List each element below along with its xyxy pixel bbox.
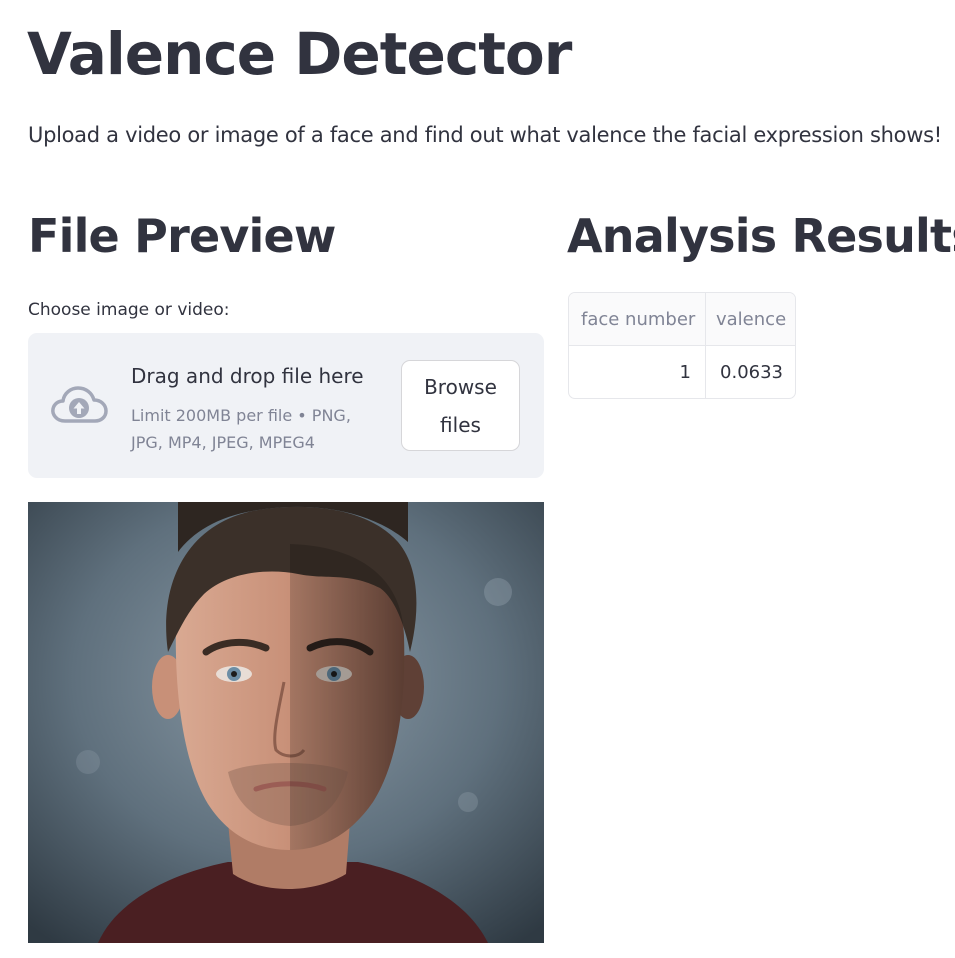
page-title: Valence Detector (27, 20, 572, 88)
table-cell-face-number[interactable]: 1 (680, 361, 691, 385)
page-description: Upload a video or image of a face and fi… (28, 123, 942, 147)
face-portrait-image (28, 502, 544, 943)
column-header-valence[interactable]: valence (716, 308, 786, 332)
file-uploader-label: Choose image or video: (28, 300, 230, 320)
cloud-upload-icon (51, 386, 108, 423)
results-table: face number valence 1 0.0633 (568, 292, 796, 399)
column-header-face-number[interactable]: face number (581, 308, 695, 332)
dropzone-instructions: Drag and drop file here (131, 364, 364, 388)
column-divider (705, 293, 706, 398)
table-cell-valence[interactable]: 0.0633 (720, 361, 783, 385)
browse-files-button[interactable]: Browse files (401, 360, 520, 451)
file-preview-heading: File Preview (28, 209, 336, 263)
analysis-results-heading: Analysis Results (567, 209, 955, 263)
uploaded-image-preview (28, 502, 544, 943)
file-dropzone[interactable]: Drag and drop file here Limit 200MB per … (28, 333, 544, 478)
dropzone-limit-text: Limit 200MB per file • PNG, JPG, MP4, JP… (131, 406, 351, 452)
